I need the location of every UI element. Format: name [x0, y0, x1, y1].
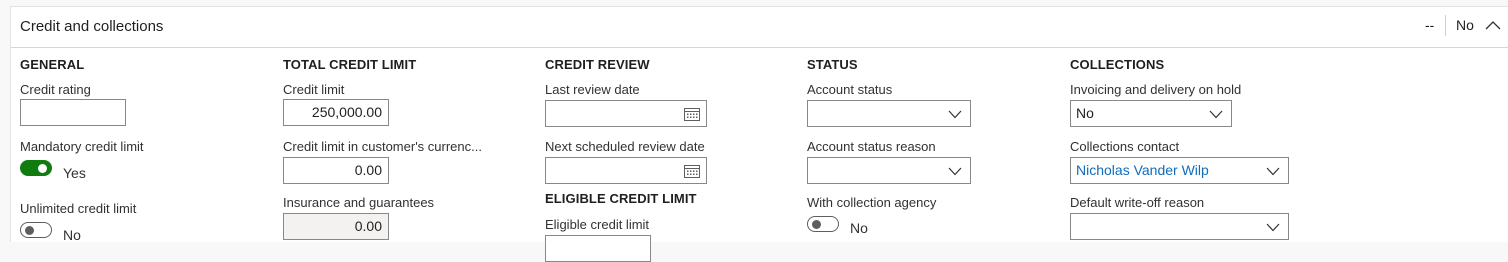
collections-contact-link[interactable]: Nicholas Vander Wilp: [1076, 158, 1209, 183]
last-review-date-label: Last review date: [545, 82, 640, 97]
section-title-credit-review: CREDIT REVIEW: [545, 57, 650, 72]
section-title-general: GENERAL: [20, 57, 85, 72]
credit-rating-label: Credit rating: [20, 82, 91, 97]
credit-limit-currency-label: Credit limit in customer's currenc...: [283, 139, 482, 154]
mandatory-credit-limit-value: Yes: [63, 165, 86, 181]
eligible-credit-limit-label: Eligible credit limit: [545, 217, 650, 232]
section-title-collections: COLLECTIONS: [1070, 57, 1165, 72]
fasttab-summary-no: No: [1456, 17, 1474, 33]
insurance-guarantees-input: 0.00: [283, 213, 389, 240]
toggle-knob: [812, 220, 821, 229]
eligible-credit-limit-input[interactable]: [545, 235, 651, 262]
unlimited-credit-limit-label: Unlimited credit limit: [20, 201, 137, 216]
collection-agency-value: No: [850, 220, 868, 236]
chevron-up-icon[interactable]: [1485, 19, 1501, 31]
chevron-down-icon[interactable]: [948, 167, 962, 176]
mandatory-credit-limit-label: Mandatory credit limit: [20, 139, 144, 154]
fasttab-title: Credit and collections: [20, 18, 164, 35]
credit-collections-panel: Credit and collections -- No GENERAL Cre…: [10, 6, 1508, 262]
toggle-knob: [38, 164, 47, 173]
insurance-guarantees-label: Insurance and guarantees: [283, 195, 435, 210]
toggle-knob: [25, 226, 34, 235]
section-title-status: STATUS: [807, 57, 858, 72]
collections-contact-dropdown[interactable]: Nicholas Vander Wilp: [1070, 157, 1289, 184]
account-status-reason-dropdown[interactable]: [807, 157, 971, 184]
chevron-down-icon[interactable]: [1209, 110, 1223, 119]
invoicing-delivery-hold-value: No: [1076, 105, 1094, 121]
next-review-date-input[interactable]: [545, 157, 707, 184]
section-title-eligible-credit-limit: ELIGIBLE CREDIT LIMIT: [545, 191, 697, 206]
default-writeoff-reason-label: Default write-off reason: [1070, 195, 1205, 210]
header-separator: [1445, 15, 1446, 36]
next-review-date-label: Next scheduled review date: [545, 139, 705, 154]
account-status-dropdown[interactable]: [807, 100, 971, 127]
invoicing-delivery-hold-dropdown[interactable]: No: [1070, 100, 1232, 127]
fasttab-summary-dash: --: [1425, 17, 1435, 33]
chevron-down-icon[interactable]: [1266, 167, 1280, 176]
mandatory-credit-limit-toggle[interactable]: [20, 160, 52, 176]
credit-limit-input[interactable]: 250,000.00: [283, 99, 389, 126]
account-status-label: Account status: [807, 82, 893, 97]
collections-contact-label: Collections contact: [1070, 139, 1180, 154]
fasttab-header[interactable]: Credit and collections -- No: [11, 7, 1508, 48]
credit-rating-input[interactable]: [20, 99, 126, 126]
section-title-total-credit-limit: TOTAL CREDIT LIMIT: [283, 57, 417, 72]
credit-limit-label: Credit limit: [283, 82, 345, 97]
collection-agency-label: With collection agency: [807, 195, 937, 210]
default-writeoff-reason-dropdown[interactable]: [1070, 213, 1289, 240]
chevron-down-icon[interactable]: [948, 110, 962, 119]
unlimited-credit-limit-toggle[interactable]: [20, 222, 52, 238]
chevron-down-icon[interactable]: [1266, 223, 1280, 232]
last-review-date-input[interactable]: [545, 100, 707, 127]
invoicing-delivery-hold-label: Invoicing and delivery on hold: [1070, 82, 1242, 97]
credit-limit-currency-input[interactable]: 0.00: [283, 157, 389, 184]
calendar-icon[interactable]: [684, 164, 700, 178]
account-status-reason-label: Account status reason: [807, 139, 936, 154]
collection-agency-toggle[interactable]: [807, 216, 839, 232]
calendar-icon[interactable]: [684, 107, 700, 121]
